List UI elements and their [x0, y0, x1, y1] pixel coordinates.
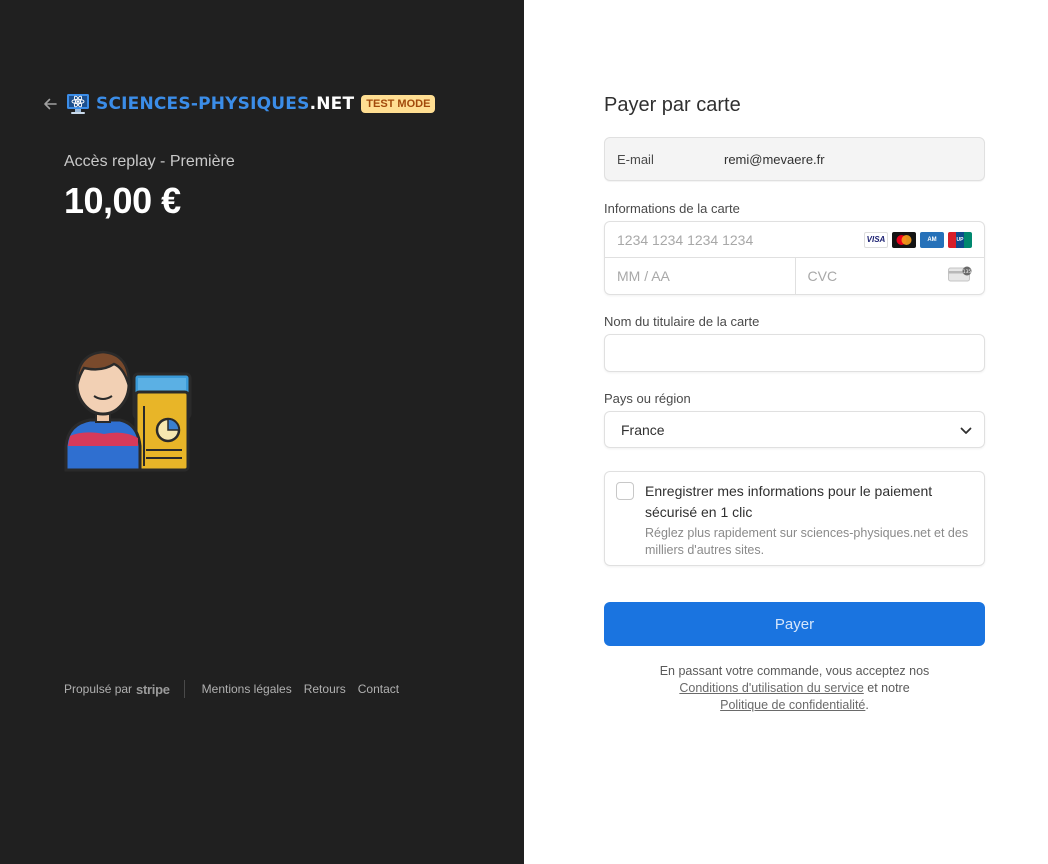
merchant-brand[interactable]: SCIENCES-PHYSIQUES.NET TEST MODE: [66, 92, 436, 116]
svg-text:135: 135: [963, 268, 972, 274]
amex-icon: AM: [920, 231, 944, 248]
footer-link-legal[interactable]: Mentions légales: [202, 682, 292, 696]
privacy-policy-link[interactable]: Politique de confidentialité: [720, 698, 865, 712]
card-info-label: Informations de la carte: [604, 201, 740, 216]
terms-text-3: .: [865, 698, 869, 712]
card-number-input[interactable]: 1234 1234 1234 1234 VISA AM UP: [605, 222, 984, 258]
cvc-input[interactable]: CVC 135: [794, 258, 985, 294]
product-name: Accès replay - Première: [64, 153, 235, 170]
payment-form: Payer par carte E-mail remi@mevaere.fr I…: [604, 94, 985, 714]
test-mode-badge: TEST MODE: [361, 95, 436, 113]
product-image: [64, 346, 192, 474]
save-info-description: Réglez plus rapidement sur sciences-phys…: [645, 526, 969, 557]
expiry-input[interactable]: MM / AA: [605, 258, 795, 294]
footer: Propulsé par stripe Mentions légales Ret…: [64, 680, 399, 698]
terms-text: En passant votre commande, vous acceptez…: [604, 663, 985, 714]
email-label: E-mail: [617, 151, 654, 167]
card-input-group: 1234 1234 1234 1234 VISA AM UP MM / AA C…: [604, 221, 985, 295]
payment-pane: Payer par carte E-mail remi@mevaere.fr I…: [524, 0, 1048, 864]
card-cvc-icon: 135: [948, 266, 972, 287]
country-label: Pays ou région: [604, 391, 691, 406]
save-info-box: Enregistrer mes informations pour le pai…: [604, 471, 985, 566]
mastercard-icon: [892, 231, 916, 248]
country-value: France: [621, 421, 665, 438]
form-title: Payer par carte: [604, 94, 741, 116]
email-value: remi@mevaere.fr: [724, 151, 825, 167]
merchant-name: SCIENCES-PHYSIQUES.NET: [96, 94, 355, 114]
footer-link-returns[interactable]: Retours: [304, 682, 346, 696]
terms-text-1: En passant votre commande, vous acceptez…: [659, 664, 930, 678]
merchant-pane: SCIENCES-PHYSIQUES.NET TEST MODE Accès r…: [0, 0, 524, 864]
stripe-logo: stripe: [136, 681, 170, 697]
terms-of-service-link[interactable]: Conditions d'utilisation du service: [679, 681, 863, 695]
powered-by-label: Propulsé par: [64, 682, 133, 696]
monitor-atom-icon: [66, 92, 90, 116]
save-info-checkbox[interactable]: [616, 482, 634, 500]
cvc-placeholder: CVC: [807, 268, 838, 284]
cardholder-label: Nom du titulaire de la carte: [604, 314, 760, 329]
pay-button[interactable]: Payer: [604, 602, 985, 646]
card-number-placeholder: 1234 1234 1234 1234: [617, 231, 754, 248]
unionpay-icon: UP: [948, 231, 972, 248]
expiry-placeholder: MM / AA: [617, 268, 670, 284]
product-price: 10,00 €: [64, 180, 181, 221]
powered-by-stripe[interactable]: Propulsé par stripe: [64, 680, 185, 698]
cardholder-input[interactable]: [604, 334, 985, 372]
card-brands: VISA AM UP: [864, 231, 972, 248]
chevron-down-icon: [960, 422, 972, 438]
country-select[interactable]: France: [604, 411, 985, 448]
footer-link-contact[interactable]: Contact: [358, 682, 399, 696]
visa-icon: VISA: [864, 231, 888, 248]
email-field[interactable]: E-mail remi@mevaere.fr: [604, 137, 985, 181]
save-info-title[interactable]: Enregistrer mes informations pour le pai…: [645, 481, 965, 523]
terms-text-2: et notre: [867, 681, 910, 695]
back-arrow-icon[interactable]: [42, 96, 58, 112]
